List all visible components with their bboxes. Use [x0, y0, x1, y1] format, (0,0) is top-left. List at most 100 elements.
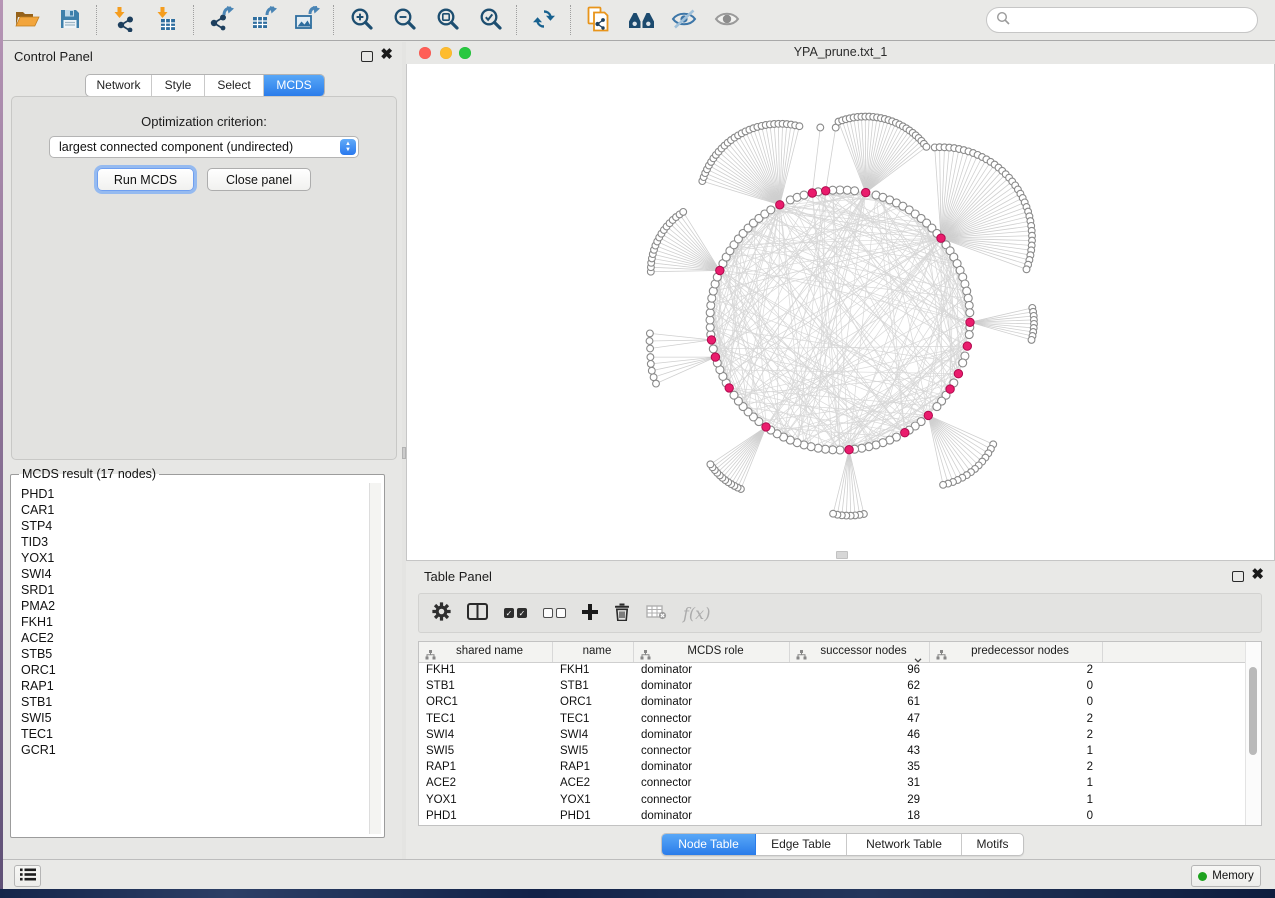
table-cell[interactable]: connector	[634, 777, 790, 789]
table-cell[interactable]: dominator	[634, 810, 790, 822]
table-cell[interactable]: YOX1	[553, 794, 634, 806]
tab-style[interactable]: Style	[152, 75, 205, 96]
table-cell[interactable]: PHD1	[553, 810, 634, 822]
table-cell[interactable]: 1	[930, 794, 1103, 806]
deselect-all-columns-button[interactable]	[543, 608, 566, 618]
mcds-result-item[interactable]: GCR1	[21, 742, 369, 758]
table-cell[interactable]: RAP1	[419, 761, 553, 773]
table-cell[interactable]: 1	[930, 777, 1103, 789]
zoom-selected-button[interactable]	[473, 3, 507, 37]
select-all-columns-button[interactable]: ✓✓	[504, 608, 527, 618]
show-column-panel-button[interactable]	[467, 603, 488, 623]
refresh-button[interactable]	[527, 3, 561, 37]
tab-select[interactable]: Select	[205, 75, 264, 96]
zoom-out-button[interactable]	[387, 3, 421, 37]
open-file-button[interactable]	[10, 3, 44, 37]
table-row[interactable]: STB1STB1dominator620	[419, 678, 1246, 694]
hide-selected-button[interactable]	[667, 3, 701, 37]
mcds-result-item[interactable]: STB5	[21, 646, 369, 662]
table-cell[interactable]: PHD1	[419, 810, 553, 822]
table-cell[interactable]: 18	[790, 810, 930, 822]
table-cell[interactable]: RAP1	[553, 761, 634, 773]
table-cell[interactable]: dominator	[634, 729, 790, 741]
table-cell[interactable]: YOX1	[419, 794, 553, 806]
table-cell[interactable]: connector	[634, 713, 790, 725]
float-panel-icon[interactable]	[361, 51, 373, 62]
close-panel-icon[interactable]: ✖	[380, 46, 393, 64]
mcds-result-item[interactable]: CAR1	[21, 502, 369, 518]
network-graph[interactable]	[407, 64, 1274, 558]
mcds-result-item[interactable]: ACE2	[21, 630, 369, 646]
table-cell[interactable]: FKH1	[553, 664, 634, 676]
mcds-result-item[interactable]: SWI5	[21, 710, 369, 726]
table-settings-button[interactable]	[432, 602, 451, 624]
table-cell[interactable]: 2	[930, 729, 1103, 741]
horizontal-splitter-handle[interactable]	[836, 551, 848, 559]
tab-network[interactable]: Network	[86, 75, 152, 96]
mcds-result-item[interactable]: RAP1	[21, 678, 369, 694]
export-table-button[interactable]	[247, 3, 281, 37]
column-header-predecessor-nodes[interactable]: predecessor nodes	[930, 642, 1103, 662]
table-cell[interactable]: 0	[930, 696, 1103, 708]
create-column-button[interactable]	[582, 604, 598, 623]
table-scrollbar[interactable]	[1245, 642, 1261, 825]
table-cell[interactable]: 2	[930, 713, 1103, 725]
find-button[interactable]	[624, 3, 658, 37]
mcds-result-item[interactable]: ORC1	[21, 662, 369, 678]
table-cell[interactable]: TEC1	[553, 713, 634, 725]
table-cell[interactable]: 29	[790, 794, 930, 806]
mcds-result-item[interactable]: STB1	[21, 694, 369, 710]
table-tab-node-table[interactable]: Node Table	[662, 834, 756, 855]
zoom-in-button[interactable]	[344, 3, 378, 37]
export-image-button[interactable]	[290, 3, 324, 37]
table-cell[interactable]: 46	[790, 729, 930, 741]
table-cell[interactable]: SWI5	[419, 745, 553, 757]
table-cell[interactable]: dominator	[634, 696, 790, 708]
table-row[interactable]: FKH1FKH1dominator962	[419, 662, 1246, 678]
table-cell[interactable]: dominator	[634, 680, 790, 692]
mcds-result-item[interactable]: TEC1	[21, 726, 369, 742]
mcds-result-item[interactable]: SWI4	[21, 566, 369, 582]
float-table-panel-icon[interactable]	[1232, 571, 1244, 582]
search-input[interactable]	[1015, 12, 1249, 28]
result-scrollbar[interactable]	[369, 483, 381, 834]
tab-mcds[interactable]: MCDS	[264, 75, 324, 96]
table-cell[interactable]: ACE2	[553, 777, 634, 789]
mcds-result-item[interactable]: YOX1	[21, 550, 369, 566]
save-button[interactable]	[53, 3, 87, 37]
import-network-button[interactable]	[107, 3, 141, 37]
table-cell[interactable]: 0	[930, 810, 1103, 822]
table-row[interactable]: ACE2ACE2connector311	[419, 775, 1246, 791]
table-cell[interactable]: 2	[930, 761, 1103, 773]
mcds-result-item[interactable]: STP4	[21, 518, 369, 534]
table-cell[interactable]: 47	[790, 713, 930, 725]
clone-network-button[interactable]	[581, 3, 615, 37]
table-cell[interactable]: 2	[930, 664, 1103, 676]
close-table-panel-icon[interactable]: ✖	[1251, 566, 1264, 584]
criterion-select[interactable]: largest connected component (undirected)…	[49, 136, 359, 158]
table-cell[interactable]: ACE2	[419, 777, 553, 789]
import-table-button[interactable]	[150, 3, 184, 37]
show-all-button[interactable]	[710, 3, 744, 37]
search-box[interactable]	[986, 7, 1258, 33]
table-cell[interactable]: 0	[930, 680, 1103, 692]
table-row[interactable]: SWI4SWI4dominator462	[419, 727, 1246, 743]
table-cell[interactable]: connector	[634, 745, 790, 757]
table-cell[interactable]: STB1	[419, 680, 553, 692]
table-scrollbar-thumb[interactable]	[1249, 667, 1257, 755]
function-builder-button[interactable]: f(x)	[683, 604, 710, 623]
table-cell[interactable]: 61	[790, 696, 930, 708]
table-cell[interactable]: ORC1	[553, 696, 634, 708]
mcds-result-item[interactable]: SRD1	[21, 582, 369, 598]
table-tab-motifs[interactable]: Motifs	[962, 834, 1023, 855]
table-cell[interactable]: 43	[790, 745, 930, 757]
column-header-successor-nodes[interactable]: successor nodes	[790, 642, 930, 662]
mcds-result-item[interactable]: PMA2	[21, 598, 369, 614]
table-row[interactable]: YOX1YOX1connector291	[419, 792, 1246, 808]
table-row[interactable]: SWI5SWI5connector431	[419, 743, 1246, 759]
memory-button[interactable]: Memory	[1191, 865, 1261, 887]
run-mcds-button[interactable]: Run MCDS	[97, 168, 194, 191]
close-mcds-panel-button[interactable]: Close panel	[207, 168, 311, 191]
table-cell[interactable]: TEC1	[419, 713, 553, 725]
table-cell[interactable]: 31	[790, 777, 930, 789]
